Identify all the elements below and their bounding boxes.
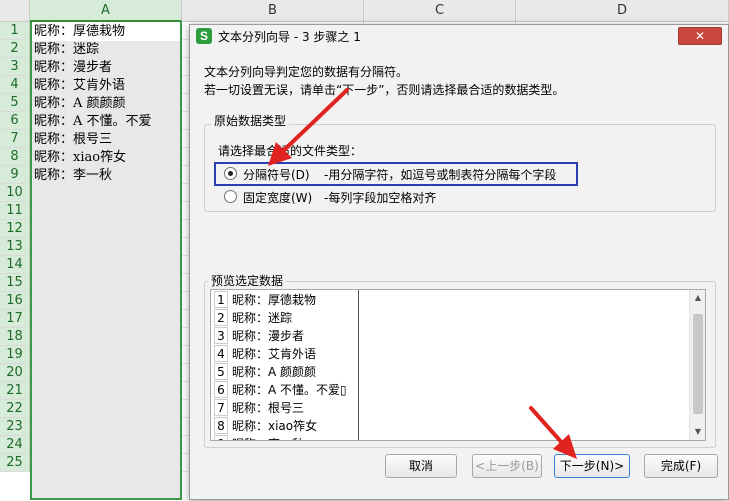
scroll-thumb[interactable] bbox=[693, 314, 703, 414]
preview-row: 3 昵称：漫步者 bbox=[211, 327, 358, 345]
dialog-titlebar[interactable]: S 文本分列向导 - 3 步骤之 1 ✕ bbox=[190, 25, 728, 47]
row-header[interactable]: 18 bbox=[0, 328, 30, 346]
delimited-description: -用分隔字符，如逗号或制表符分隔每个字段 bbox=[324, 168, 557, 182]
row-header[interactable]: 8 bbox=[0, 148, 30, 166]
preview-row-text: 昵称：A 不懂。不爱▯ bbox=[232, 383, 347, 397]
text-to-columns-dialog: S 文本分列向导 - 3 步骤之 1 ✕ 文本分列向导判定您的数据有分隔符。 若… bbox=[189, 24, 729, 500]
preview-group-label: 预览选定数据 bbox=[208, 272, 287, 289]
column-header-c[interactable]: C bbox=[364, 0, 516, 22]
row-header[interactable]: 1 bbox=[0, 22, 30, 40]
preview-row-number: 3 bbox=[214, 327, 228, 344]
row-header[interactable]: 3 bbox=[0, 58, 30, 76]
cell-a[interactable]: 昵称：艾肯外语 bbox=[34, 77, 184, 95]
preview-row: 9 昵称：李一秋 bbox=[211, 435, 358, 440]
back-button[interactable]: <上一步(B) bbox=[472, 454, 542, 478]
preview-row: 6 昵称：A 不懂。不爱▯ bbox=[211, 381, 358, 399]
dialog-title: 文本分列向导 - 3 步骤之 1 bbox=[218, 30, 361, 44]
row-header[interactable]: 4 bbox=[0, 76, 30, 94]
row-header[interactable]: 13 bbox=[0, 238, 30, 256]
preview-row-text: 昵称：艾肯外语 bbox=[232, 347, 317, 361]
preview-row-number: 4 bbox=[214, 345, 228, 362]
cell-a[interactable]: 昵称：漫步者 bbox=[34, 59, 184, 77]
cell-a[interactable]: 昵称：A 颜颜颜 bbox=[34, 95, 184, 113]
preview-row-text: 昵称：厚德栽物 bbox=[232, 293, 317, 307]
preview-row-number: 8 bbox=[214, 417, 228, 434]
choose-type-label: 请选择最合适的文件类型： bbox=[218, 144, 363, 158]
preview-row-number: 1 bbox=[214, 291, 228, 308]
row-header[interactable]: 15 bbox=[0, 274, 30, 292]
fixed-width-description: -每列字段加空格对齐 bbox=[324, 191, 437, 205]
close-icon: ✕ bbox=[694, 29, 706, 43]
delimited-label[interactable]: 分隔符号(D) bbox=[243, 166, 310, 183]
row-header[interactable]: 12 bbox=[0, 220, 30, 238]
description-line-2: 若一切设置无误，请单击“下一步”，否则请选择最合适的数据类型。 bbox=[204, 83, 565, 97]
row-header[interactable]: 23 bbox=[0, 418, 30, 436]
fixed-width-label[interactable]: 固定宽度(W) bbox=[243, 189, 312, 206]
cell-a[interactable]: 昵称：李一秋 bbox=[34, 167, 184, 185]
row-header[interactable]: 11 bbox=[0, 202, 30, 220]
column-divider[interactable] bbox=[358, 290, 359, 440]
finish-button[interactable]: 完成(F) bbox=[644, 454, 718, 478]
row-header[interactable]: 14 bbox=[0, 256, 30, 274]
row-header[interactable]: 2 bbox=[0, 40, 30, 58]
preview-area[interactable]: 1 昵称：厚德栽物 2 昵称：迷踪 3 昵称：漫步者 4 昵称：艾肯外语 5 昵称：A 颜颜颜 6 昵… bbox=[210, 289, 706, 441]
cell-a[interactable]: 昵称：迷踪 bbox=[34, 41, 184, 59]
close-button[interactable]: ✕ bbox=[678, 27, 722, 45]
row-header[interactable]: 20 bbox=[0, 364, 30, 382]
column-header-a[interactable]: A bbox=[30, 0, 182, 22]
row-header[interactable]: 25 bbox=[0, 454, 30, 472]
button-bar: 取消 <上一步(B) 下一步(N)> 完成(F) bbox=[190, 451, 728, 501]
preview-row-text: 昵称：xiao筰女 bbox=[232, 419, 318, 433]
row-header[interactable]: 24 bbox=[0, 436, 30, 454]
preview-row: 5 昵称：A 颜颜颜 bbox=[211, 363, 358, 381]
scroll-down-icon[interactable]: ▼ bbox=[690, 424, 705, 440]
row-header[interactable]: 10 bbox=[0, 184, 30, 202]
row-header[interactable]: 16 bbox=[0, 292, 30, 310]
cell-a[interactable]: 昵称：厚德栽物 bbox=[34, 23, 184, 41]
cell-a[interactable]: 昵称：xiao筰女 bbox=[34, 149, 184, 167]
row-header[interactable]: 17 bbox=[0, 310, 30, 328]
cell-a[interactable]: 昵称：A 不懂。不爱 bbox=[34, 113, 184, 131]
preview-scrollbar[interactable]: ▲ ▼ bbox=[689, 290, 705, 440]
description-line-1: 文本分列向导判定您的数据有分隔符。 bbox=[204, 65, 409, 79]
cell-a[interactable]: 昵称：根号三 bbox=[34, 131, 184, 149]
preview-row-text: 昵称：A 颜颜颜 bbox=[232, 365, 317, 379]
row-header[interactable]: 22 bbox=[0, 400, 30, 418]
data-type-group-label: 原始数据类型 bbox=[211, 112, 290, 129]
preview-row: 7 昵称：根号三 bbox=[211, 399, 358, 417]
preview-row: 2 昵称：迷踪 bbox=[211, 309, 358, 327]
select-all-corner[interactable] bbox=[0, 0, 30, 22]
preview-row-number: 6 bbox=[214, 381, 228, 398]
preview-row-text: 昵称：李一秋 bbox=[232, 437, 304, 440]
delimited-radio[interactable] bbox=[224, 167, 237, 180]
row-header[interactable]: 9 bbox=[0, 166, 30, 184]
row-header[interactable]: 19 bbox=[0, 346, 30, 364]
row-header[interactable]: 7 bbox=[0, 130, 30, 148]
preview-row-text: 昵称：根号三 bbox=[232, 401, 305, 415]
row-header[interactable]: 21 bbox=[0, 382, 30, 400]
preview-row-text: 昵称：漫步者 bbox=[232, 329, 305, 343]
app-logo-icon: S bbox=[196, 28, 212, 44]
preview-row-number: 7 bbox=[214, 399, 228, 416]
next-button[interactable]: 下一步(N)> bbox=[554, 454, 630, 478]
preview-row: 4 昵称：艾肯外语 bbox=[211, 345, 358, 363]
row-header[interactable]: 5 bbox=[0, 94, 30, 112]
preview-row-text: 昵称：迷踪 bbox=[232, 311, 293, 325]
preview-row: 8 昵称：xiao筰女 bbox=[211, 417, 358, 435]
cancel-button[interactable]: 取消 bbox=[385, 454, 457, 478]
scroll-up-icon[interactable]: ▲ bbox=[690, 290, 705, 306]
column-header-b[interactable]: B bbox=[182, 0, 364, 22]
preview-row-number: 2 bbox=[214, 309, 228, 326]
preview-row-number: 5 bbox=[214, 363, 228, 380]
preview-row-number: 9 bbox=[214, 435, 228, 440]
fixed-width-radio[interactable] bbox=[224, 190, 237, 203]
preview-row: 1 昵称：厚德栽物 bbox=[211, 291, 358, 309]
column-header-d[interactable]: D bbox=[516, 0, 729, 22]
row-header[interactable]: 6 bbox=[0, 112, 30, 130]
